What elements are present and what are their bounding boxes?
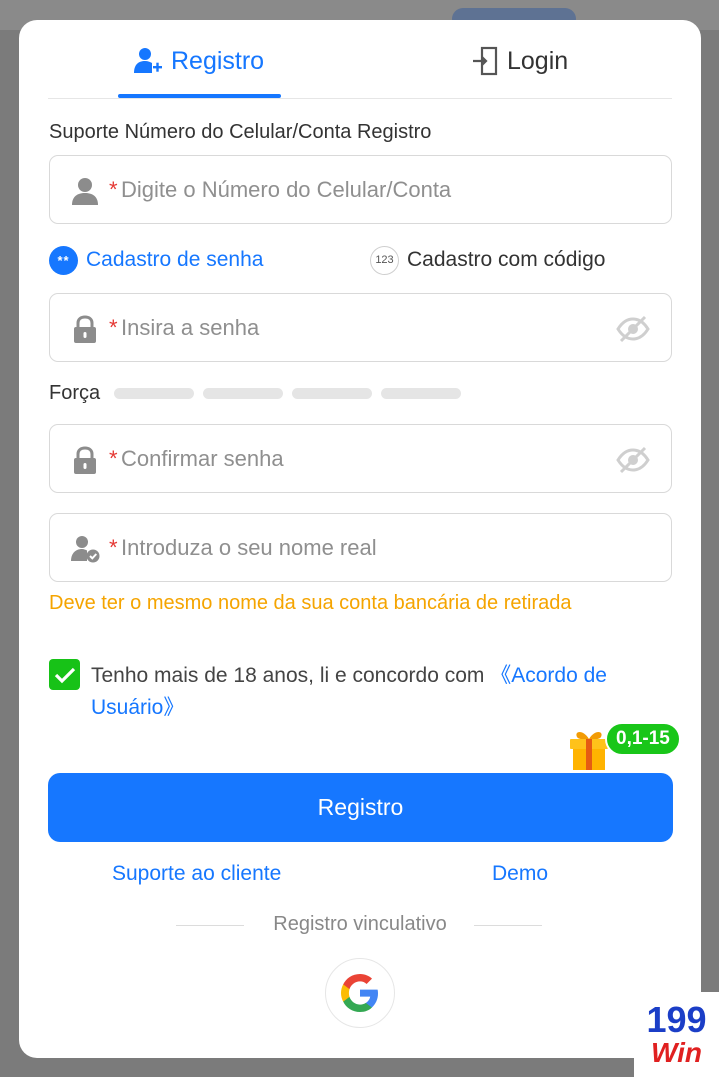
strength-bar-segment — [381, 387, 462, 399]
strength-bar-segment — [114, 387, 195, 399]
google-login-button[interactable] — [325, 958, 395, 1028]
user-icon — [72, 178, 98, 205]
active-tab-indicator — [118, 94, 281, 98]
social-register-label: Registro vinculativo — [273, 913, 447, 935]
tab-login[interactable]: Login — [471, 44, 568, 78]
brand-logo: 199 Win — [634, 992, 719, 1077]
strength-bar-segment — [292, 387, 373, 399]
register-button[interactable]: Registro — [48, 773, 673, 842]
password-mode-icon: ** — [49, 245, 78, 275]
demo-link[interactable]: Demo — [492, 862, 548, 886]
strength-bar-segment — [203, 387, 284, 399]
required-mark: * — [109, 446, 118, 471]
code-mode-label: Cadastro com código — [407, 248, 606, 271]
real-name-input[interactable] — [121, 528, 601, 568]
eye-off-icon[interactable] — [615, 444, 651, 476]
password-strength: Força — [49, 380, 470, 406]
agreement-checkbox[interactable] — [49, 659, 80, 690]
password-register-option[interactable]: ** Cadastro de senha — [49, 244, 263, 276]
password-input[interactable] — [121, 308, 601, 348]
code-register-option[interactable]: 123 Cadastro com código — [370, 244, 605, 276]
required-mark: * — [109, 177, 118, 202]
login-door-icon — [473, 46, 498, 76]
account-field: * — [49, 155, 672, 224]
password-mode-label: Cadastro de senha — [86, 248, 264, 271]
divider-line-right — [474, 925, 542, 926]
check-icon — [54, 667, 75, 683]
register-modal: Registro Login Suporte Número do Celular… — [19, 20, 701, 1058]
brand-logo-top: 199 — [646, 999, 707, 1040]
lock-icon — [74, 446, 96, 474]
name-warning: Deve ter o mesmo nome da sua conta bancá… — [49, 592, 572, 614]
customer-support-link[interactable]: Suporte ao cliente — [112, 862, 281, 886]
password-field: * — [49, 293, 672, 362]
gift-reward-badge: 0,1-15 — [605, 722, 681, 756]
tab-login-label: Login — [507, 46, 569, 75]
required-mark: * — [109, 535, 118, 560]
confirm-password-input[interactable] — [121, 439, 601, 479]
user-add-icon — [134, 48, 162, 73]
agreement-text: Tenho mais de 18 anos, li e concordo com… — [91, 660, 651, 724]
code-mode-icon: 123 — [370, 245, 399, 275]
tab-register-label: Registro — [171, 46, 265, 75]
agreement-statement: Tenho mais de 18 anos, li e concordo com — [91, 664, 491, 687]
lock-icon — [74, 315, 96, 343]
eye-off-icon[interactable] — [615, 313, 651, 345]
account-input[interactable] — [121, 170, 601, 210]
brand-logo-bottom: Win — [650, 1037, 703, 1068]
user-verified-icon — [71, 536, 100, 563]
confirm-password-field: * — [49, 424, 672, 493]
strength-label: Força — [49, 381, 101, 404]
real-name-field: * — [49, 513, 672, 582]
required-mark: * — [109, 315, 118, 340]
auth-tabs: Registro Login — [48, 20, 672, 99]
tab-register[interactable]: Registro — [133, 44, 264, 78]
google-icon — [341, 974, 378, 1012]
section-label: Suporte Número do Celular/Conta Registro — [49, 121, 432, 143]
